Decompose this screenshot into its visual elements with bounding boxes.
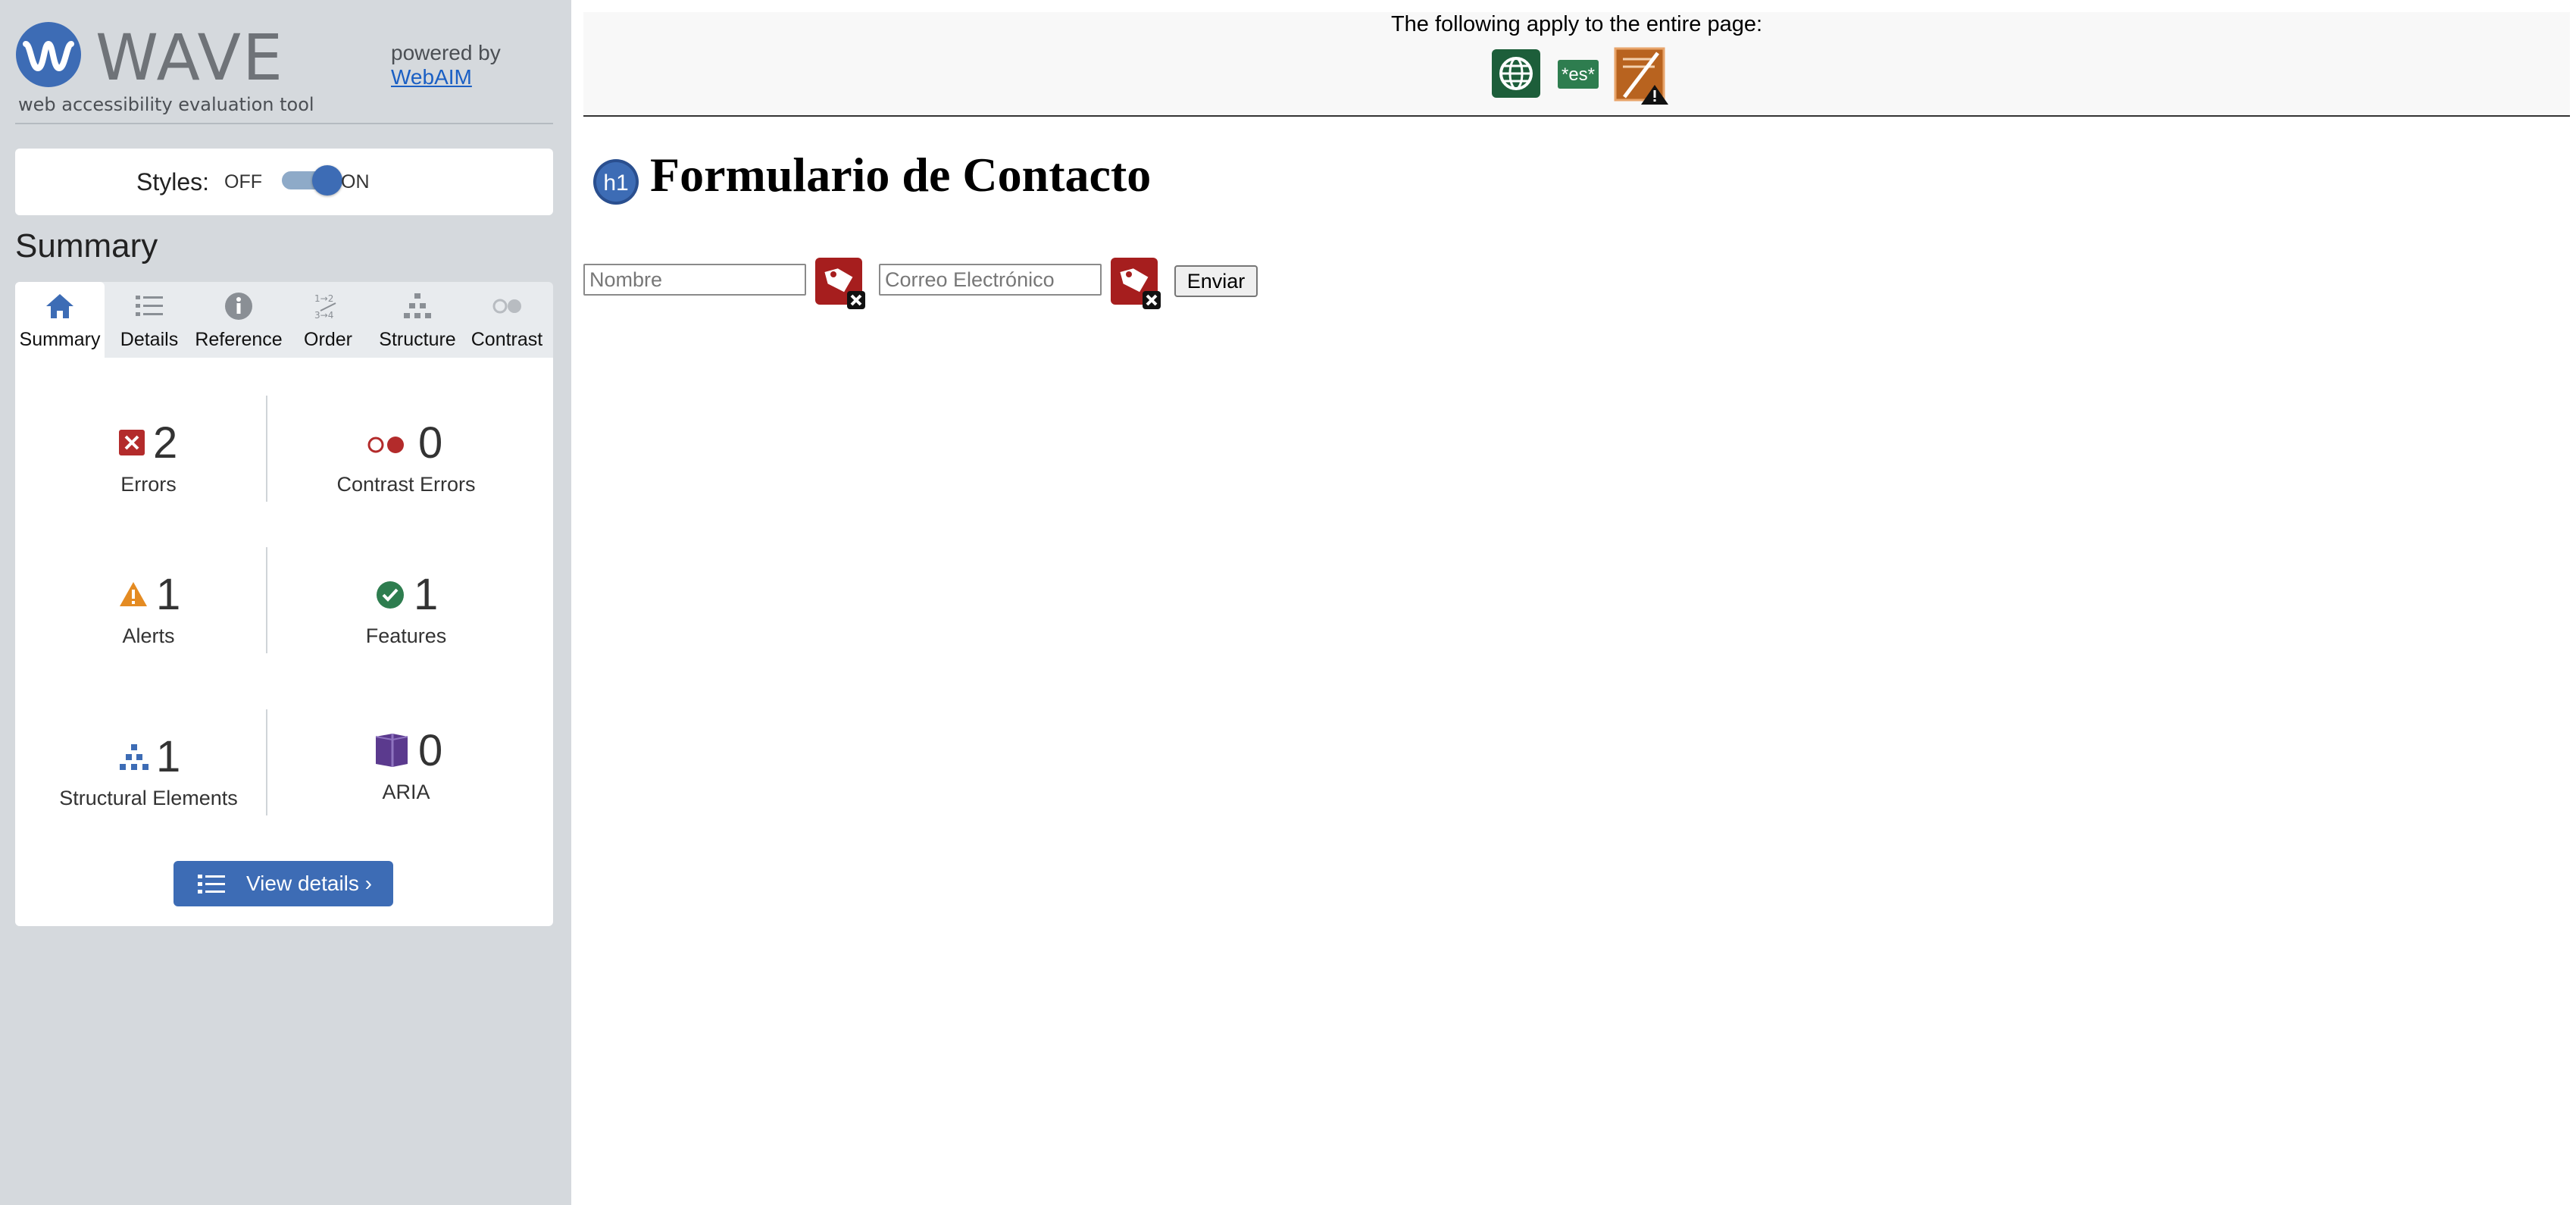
powered-by: powered by WebAIM bbox=[391, 41, 501, 89]
stat-contrast-errors[interactable]: 0 Contrast Errors bbox=[285, 418, 527, 496]
email-input[interactable] bbox=[879, 264, 1102, 296]
tab-reference[interactable]: Reference bbox=[194, 282, 283, 358]
page-level-icons-banner: The following apply to the entire page: … bbox=[583, 12, 2570, 117]
errors-label: Errors bbox=[120, 473, 177, 496]
aria-count: 0 bbox=[418, 726, 443, 775]
tab-label: Contrast bbox=[470, 329, 543, 350]
stat-aria[interactable]: 0 ARIA bbox=[285, 726, 527, 804]
tab-label: Order bbox=[304, 329, 352, 350]
submit-button[interactable]: Enviar bbox=[1174, 265, 1258, 297]
tab-structure[interactable]: Structure bbox=[373, 282, 462, 358]
stat-row: 1 bbox=[285, 570, 527, 620]
styles-toggle[interactable] bbox=[280, 165, 345, 196]
features-label: Features bbox=[365, 624, 447, 647]
h1-structure-icon[interactable]: h1 bbox=[592, 158, 639, 205]
stat-row: 0 bbox=[285, 418, 527, 468]
stat-row: 1 bbox=[27, 570, 270, 620]
stat-row: 1 bbox=[27, 732, 270, 782]
powered-by-label: powered by bbox=[391, 41, 501, 64]
stat-features[interactable]: 1 Features bbox=[285, 570, 527, 648]
styles-toggle-card: Styles: OFF ON bbox=[15, 149, 553, 215]
page-heading: Formulario de Contacto bbox=[650, 148, 1152, 202]
tab-label: Summary bbox=[19, 329, 101, 350]
summary-heading: Summary bbox=[15, 227, 158, 264]
error-icon bbox=[119, 430, 145, 455]
list-icon bbox=[136, 296, 163, 316]
tab-summary[interactable]: Summary bbox=[15, 282, 105, 358]
summary-panel: 2 Errors 0 Contrast Errors 1 Alerts 1 Fe… bbox=[15, 358, 553, 926]
alerts-count: 1 bbox=[156, 570, 181, 619]
alert-icon bbox=[120, 582, 147, 606]
tab-label: Details bbox=[120, 329, 179, 350]
stat-errors[interactable]: 2 Errors bbox=[27, 418, 270, 496]
stat-alerts[interactable]: 1 Alerts bbox=[27, 570, 270, 648]
structural-count: 1 bbox=[156, 732, 181, 781]
structural-label: Structural Elements bbox=[59, 787, 238, 809]
view-details-button[interactable]: View details › bbox=[174, 861, 393, 906]
tab-label: Structure bbox=[379, 329, 456, 350]
svg-text:3→4: 3→4 bbox=[314, 310, 333, 321]
wave-branding: WAVE web accessibility evaluation tool p… bbox=[15, 20, 553, 124]
styles-on-label: ON bbox=[341, 171, 370, 192]
structure-icon bbox=[404, 293, 431, 318]
stat-row: 0 bbox=[285, 726, 527, 776]
view-details-label: View details › bbox=[246, 872, 373, 895]
language-es-icon[interactable]: *es* bbox=[1557, 59, 1599, 89]
banner-text: The following apply to the entire page: bbox=[1390, 12, 1763, 36]
tab-order[interactable]: 1→2 3→4 Order bbox=[283, 282, 373, 358]
wave-tagline: web accessibility evaluation tool bbox=[18, 94, 314, 115]
styles-off-label: OFF bbox=[224, 171, 262, 192]
stat-row: 2 bbox=[27, 418, 270, 468]
feature-check-icon bbox=[377, 581, 404, 609]
order-icon: 1→2 3→4 bbox=[314, 293, 336, 321]
errors-count: 2 bbox=[153, 418, 178, 468]
tab-contrast[interactable]: Contrast bbox=[462, 282, 552, 358]
language-badge-text: *es* bbox=[1562, 64, 1595, 85]
wave-logo-icon bbox=[16, 22, 81, 87]
stat-structural-elements[interactable]: 1 Structural Elements bbox=[27, 732, 270, 810]
toggle-knob bbox=[312, 165, 342, 196]
aria-cube-icon bbox=[375, 734, 408, 767]
list-icon bbox=[198, 875, 225, 894]
name-input[interactable] bbox=[583, 264, 806, 296]
alerts-label: Alerts bbox=[122, 624, 175, 647]
styles-label: Styles: bbox=[136, 168, 210, 196]
h1-badge-text: h1 bbox=[603, 171, 628, 196]
tab-label: Reference bbox=[195, 329, 283, 350]
missing-label-error-icon[interactable] bbox=[814, 256, 867, 311]
document-alert-icon[interactable] bbox=[1612, 45, 1671, 106]
tab-details[interactable]: Details bbox=[105, 282, 194, 358]
contrast-icon bbox=[492, 299, 521, 314]
aria-label: ARIA bbox=[382, 781, 430, 803]
contrast-error-icon bbox=[367, 437, 404, 453]
svg-text:1→2: 1→2 bbox=[314, 293, 333, 304]
missing-label-error-icon[interactable] bbox=[1109, 256, 1162, 311]
structure-icon bbox=[120, 744, 148, 770]
wave-sidebar: WAVE web accessibility evaluation tool p… bbox=[0, 0, 571, 1205]
webaim-link[interactable]: WebAIM bbox=[391, 65, 472, 89]
panel-tabs: Summary Details Reference 1→2 3→4 Order bbox=[15, 282, 553, 358]
globe-icon[interactable] bbox=[1491, 49, 1541, 99]
features-count: 1 bbox=[414, 570, 439, 619]
home-icon bbox=[46, 294, 73, 318]
contrast-errors-count: 0 bbox=[418, 418, 443, 468]
contrast-errors-label: Contrast Errors bbox=[336, 473, 476, 496]
wave-wordmark: WAVE bbox=[95, 20, 285, 95]
info-icon bbox=[225, 293, 252, 320]
